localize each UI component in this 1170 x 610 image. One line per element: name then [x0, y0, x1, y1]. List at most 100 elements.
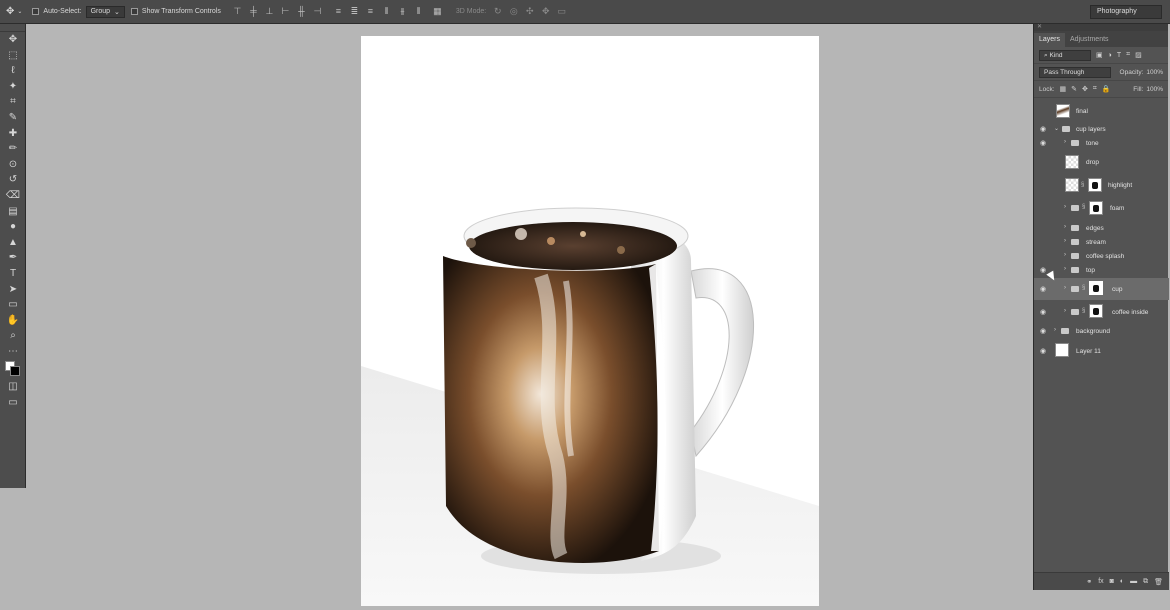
chevron-right-icon[interactable]: › [1064, 139, 1066, 145]
link-icon[interactable]: ⚭ [1086, 578, 1092, 586]
lock-pixels-icon[interactable]: ✎ [1071, 85, 1077, 93]
healing-brush-icon[interactable]: ✚ [0, 126, 26, 142]
move-tool-icon[interactable]: ✥ ⌄ [6, 6, 22, 17]
fx-icon[interactable]: fx [1098, 578, 1103, 585]
shape-filter-icon[interactable]: ⌗ [1126, 51, 1130, 59]
eye-icon[interactable]: ◉ [1038, 125, 1048, 133]
auto-select-checkbox[interactable]: Auto-Select: [32, 8, 82, 15]
mask-thumbnail[interactable] [1088, 178, 1102, 192]
clone-stamp-icon[interactable]: ⊙ [0, 157, 26, 173]
chevron-right-icon[interactable]: › [1064, 308, 1066, 314]
color-swatches[interactable] [0, 359, 26, 379]
align-vcenter-icon[interactable]: ╪ [249, 7, 258, 16]
chevron-right-icon[interactable]: › [1064, 266, 1066, 272]
brush-tool-icon[interactable]: ✏ [0, 141, 26, 157]
layer-row[interactable]: ◉ › § coffee inside [1034, 301, 1169, 323]
link-icon[interactable]: § [1081, 182, 1084, 188]
lasso-tool-icon[interactable]: ℓ [0, 63, 26, 79]
eye-icon[interactable]: ◉ [1038, 327, 1048, 335]
eye-icon[interactable]: ◉ [1038, 347, 1048, 355]
chevron-right-icon[interactable]: › [1064, 224, 1066, 230]
distribute-bottom-icon[interactable]: ≡ [366, 7, 375, 16]
chevron-right-icon[interactable]: › [1064, 285, 1066, 291]
distribute-right-icon[interactable]: ⫴ [414, 7, 423, 16]
gradient-tool-icon[interactable]: ▤ [0, 204, 26, 220]
align-hcenter-icon[interactable]: ╫ [297, 7, 306, 16]
type-filter-icon[interactable]: T [1117, 52, 1121, 59]
blend-mode-dropdown[interactable]: Pass Through [1039, 66, 1111, 78]
eraser-icon[interactable]: ⌫ [0, 188, 26, 204]
align-left-icon[interactable]: ⊢ [281, 7, 290, 16]
3d-roll-icon[interactable]: ◎ [509, 7, 518, 16]
adjustment-icon[interactable]: ◐ [1120, 578, 1124, 585]
tools-grip[interactable] [0, 24, 25, 32]
distribute-hcenter-icon[interactable]: ⫵ [398, 7, 407, 16]
chevron-down-icon[interactable]: ⌄ [1054, 125, 1059, 132]
auto-select-dropdown[interactable]: Group ⌄ [85, 5, 125, 18]
quick-mask-icon[interactable]: ◫ [0, 379, 26, 395]
eye-icon[interactable]: ◉ [1038, 139, 1048, 147]
opacity-value[interactable]: 100% [1146, 69, 1163, 76]
magic-wand-icon[interactable]: ✦ [0, 79, 26, 95]
eye-icon[interactable]: ◉ [1038, 285, 1048, 293]
distribute-vcenter-icon[interactable]: ≣ [350, 7, 359, 16]
background-color[interactable] [10, 366, 20, 377]
tab-layers[interactable]: Layers [1034, 33, 1066, 47]
filter-kind-dropdown[interactable]: ⌕ Kind [1039, 49, 1091, 61]
lock-transparent-icon[interactable]: ▦ [1060, 85, 1067, 93]
chevron-right-icon[interactable]: › [1064, 204, 1066, 210]
crop-tool-icon[interactable]: ⌗ [0, 94, 26, 110]
new-layer-icon[interactable]: ⧉ [1143, 578, 1148, 586]
panel-collapse-strip[interactable]: ✕ [1034, 24, 1168, 31]
shape-tool-icon[interactable]: ▭ [0, 297, 26, 313]
eye-icon[interactable]: ◉ [1038, 266, 1048, 274]
lock-position-icon[interactable]: ✥ [1082, 85, 1088, 93]
distribute-left-icon[interactable]: ⫴ [382, 7, 391, 16]
history-brush-icon[interactable]: ↺ [0, 172, 26, 188]
layer-row[interactable]: › coffee splash [1034, 249, 1169, 263]
workspace-switcher[interactable]: Photography [1090, 5, 1162, 19]
eyedropper-icon[interactable]: ✎ [0, 110, 26, 126]
trash-icon[interactable]: 🗑 [1154, 578, 1163, 586]
blur-tool-icon[interactable]: ● [0, 219, 26, 235]
mask-icon[interactable]: ◙ [1110, 578, 1114, 585]
marquee-tool-icon[interactable]: ⬚ [0, 48, 26, 64]
auto-align-icon[interactable]: ▦ [433, 7, 442, 16]
layer-row[interactable]: ◉ Layer 11 [1034, 340, 1169, 362]
mask-thumbnail[interactable] [1089, 201, 1103, 215]
pixel-filter-icon[interactable]: ▣ [1096, 51, 1103, 59]
fill-value[interactable]: 100% [1146, 86, 1163, 93]
layer-row[interactable]: › stream [1034, 235, 1169, 249]
mask-thumbnail[interactable] [1089, 304, 1103, 318]
distribute-top-icon[interactable]: ≡ [334, 7, 343, 16]
show-transform-checkbox[interactable]: Show Transform Controls [130, 8, 221, 15]
new-group-icon[interactable]: ▬ [1130, 578, 1137, 585]
lock-artboard-icon[interactable]: ⌗ [1093, 85, 1097, 93]
3d-scale-icon[interactable]: ▭ [557, 7, 566, 16]
layer-row[interactable]: ◉ ⌄ cup layers [1034, 122, 1169, 136]
mask-thumbnail[interactable] [1089, 281, 1103, 295]
chevron-right-icon[interactable]: › [1064, 252, 1066, 258]
link-icon[interactable]: § [1082, 285, 1085, 291]
document-canvas[interactable] [361, 36, 819, 606]
path-selection-icon[interactable]: ➤ [0, 282, 26, 298]
pen-tool-icon[interactable]: ✒ [0, 250, 26, 266]
more-tools-icon[interactable]: ⋯ [0, 344, 26, 360]
align-top-icon[interactable]: ⊤ [233, 7, 242, 16]
3d-rotate-icon[interactable]: ↻ [493, 7, 502, 16]
eye-icon[interactable]: ◉ [1038, 308, 1048, 316]
align-bottom-icon[interactable]: ⊥ [265, 7, 274, 16]
adjustment-filter-icon[interactable]: ◑ [1108, 52, 1112, 59]
link-icon[interactable]: § [1082, 308, 1085, 314]
layer-row[interactable]: › § foam [1034, 198, 1169, 218]
tab-adjustments[interactable]: Adjustments [1065, 33, 1114, 47]
chevron-right-icon[interactable]: › [1064, 238, 1066, 244]
3d-slide-icon[interactable]: ✥ [541, 7, 550, 16]
layer-row[interactable]: ◉ › background [1034, 324, 1169, 338]
chevron-right-icon[interactable]: › [1054, 327, 1056, 333]
layer-row[interactable]: › edges [1034, 221, 1169, 235]
layer-row[interactable]: drop [1034, 152, 1169, 172]
type-tool-icon[interactable]: T [0, 266, 26, 282]
link-icon[interactable]: § [1082, 204, 1085, 210]
smart-filter-icon[interactable]: ▨ [1135, 51, 1142, 59]
